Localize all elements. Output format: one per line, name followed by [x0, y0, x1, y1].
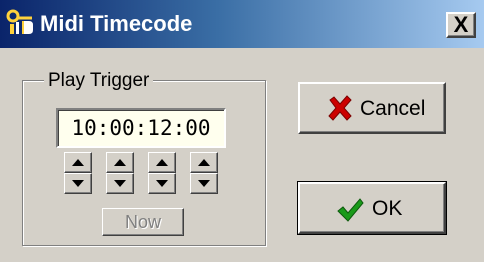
arrow-down-icon: [114, 180, 126, 187]
cancel-label: Cancel: [360, 97, 426, 120]
frames-spinner: [190, 152, 218, 194]
arrow-down-icon: [72, 180, 84, 187]
hours-up-button[interactable]: [64, 152, 92, 173]
minutes-down-button[interactable]: [106, 173, 134, 194]
midi-timecode-dialog: Midi Timecode X Play Trigger 10:00:12:00…: [0, 0, 484, 262]
seconds-up-button[interactable]: [148, 152, 176, 173]
close-icon: X: [453, 12, 469, 37]
arrow-down-icon: [198, 180, 210, 187]
seconds-down-button[interactable]: [148, 173, 176, 194]
hours-spinner: [64, 152, 92, 194]
window-title: Midi Timecode: [40, 11, 193, 36]
close-button[interactable]: X: [446, 12, 476, 38]
frames-down-button[interactable]: [190, 173, 218, 194]
frames-up-button[interactable]: [190, 152, 218, 173]
seconds-spinner: [148, 152, 176, 194]
ok-button[interactable]: OK: [297, 181, 447, 235]
now-button[interactable]: Now: [102, 208, 184, 236]
arrow-up-icon: [72, 159, 84, 166]
ok-label: OK: [372, 197, 403, 220]
hours-down-button[interactable]: [64, 173, 92, 194]
midi-app-icon: [6, 9, 33, 34]
play-trigger-label: Play Trigger: [44, 70, 154, 92]
red-x-icon: [328, 95, 352, 121]
arrow-up-icon: [114, 159, 126, 166]
minutes-spinner: [106, 152, 134, 194]
arrow-down-icon: [156, 180, 168, 187]
timecode-input[interactable]: 10:00:12:00: [56, 108, 226, 148]
arrow-up-icon: [198, 159, 210, 166]
title-bar[interactable]: Midi Timecode X: [0, 0, 484, 48]
arrow-up-icon: [156, 159, 168, 166]
green-check-icon: [337, 198, 364, 222]
cancel-button[interactable]: Cancel: [298, 82, 446, 134]
minutes-up-button[interactable]: [106, 152, 134, 173]
